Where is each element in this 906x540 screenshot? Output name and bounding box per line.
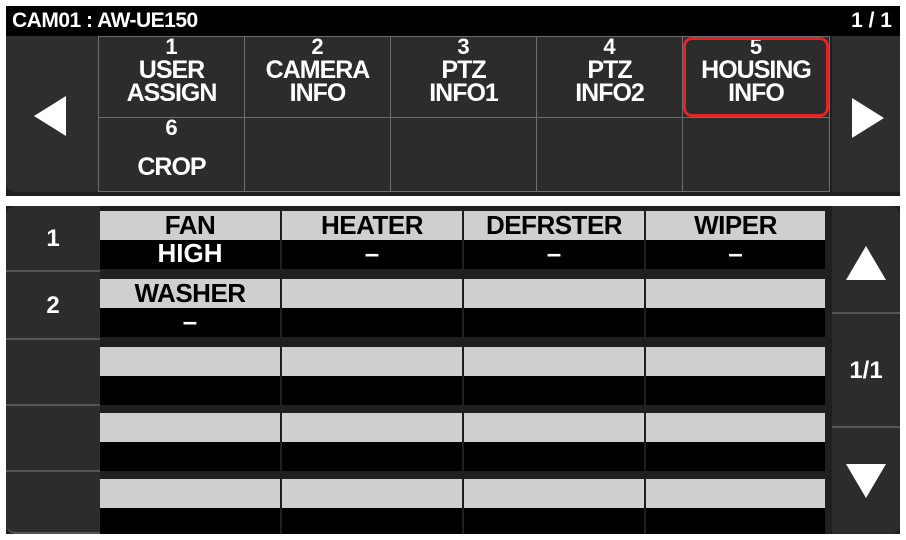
right-arrow-icon	[852, 98, 884, 138]
menu-prev-button[interactable]	[6, 36, 98, 192]
menu-item-empty	[536, 117, 683, 192]
row-3-label	[6, 340, 100, 406]
scroll-page-indicator: 1/1	[832, 314, 900, 428]
empty-cell	[464, 479, 644, 534]
empty-cell	[646, 413, 825, 471]
menu-item-label: PTZ INFO2	[575, 56, 645, 107]
menu-item-empty	[682, 117, 830, 192]
menu-item-ptz-info1[interactable]: 3 PTZ INFO1	[390, 36, 537, 118]
fan-value: HIGH	[100, 240, 280, 269]
empty-cell	[464, 413, 644, 471]
empty-cell	[646, 479, 825, 534]
menu-item-label: PTZ INFO1	[429, 56, 499, 107]
empty-cell	[646, 279, 825, 337]
housing-info-panel: 1 2 FAN HIGH HEATER – DEFRSTER – WIPER –…	[6, 206, 900, 534]
menu-item-housing-info[interactable]: 5 HOUSING INFO	[682, 36, 830, 118]
down-arrow-icon	[846, 464, 886, 498]
row-4-label	[6, 406, 100, 472]
empty-cell	[282, 347, 462, 405]
camera-title: CAM01 : AW-UE150	[12, 9, 198, 32]
empty-cell	[100, 347, 280, 405]
empty-cell	[464, 279, 644, 337]
left-arrow-icon	[34, 96, 66, 136]
up-arrow-icon	[846, 246, 886, 280]
menu-item-crop[interactable]: 6 CROP	[98, 117, 245, 192]
empty-cell	[282, 413, 462, 471]
menu-panel: 1 USER ASSIGN 2 CAMERA INFO 3 PTZ INFO1 4 P…	[6, 36, 900, 196]
menu-item-number: 4	[603, 34, 616, 59]
menu-item-number: 6	[165, 115, 178, 140]
fan-cell[interactable]: FAN HIGH	[100, 211, 280, 269]
housing-info-screen: CAM01 : AW-UE150 1 / 1 1 USER ASSIGN 2 CA…	[0, 0, 906, 540]
menu-item-user-assign[interactable]: 1 USER ASSIGN	[98, 36, 245, 118]
wiper-cell[interactable]: WIPER –	[646, 211, 825, 269]
menu-item-empty	[244, 117, 391, 192]
defroster-label: DEFRSTER	[464, 211, 644, 240]
menu-item-number: 1	[165, 34, 178, 59]
washer-cell[interactable]: WASHER –	[100, 279, 280, 337]
heater-value: –	[282, 240, 462, 269]
wiper-value: –	[646, 240, 825, 269]
menu-next-button[interactable]	[832, 36, 900, 192]
row-1-label: 1	[6, 206, 100, 272]
menu-item-number: 3	[457, 34, 470, 59]
menu-item-number: 5	[749, 34, 763, 59]
defroster-cell[interactable]: DEFRSTER –	[464, 211, 644, 269]
defroster-value: –	[464, 240, 644, 269]
menu-item-label: USER ASSIGN	[126, 56, 218, 107]
menu-item-label: CAMERA INFO	[265, 56, 371, 107]
washer-value: –	[100, 308, 280, 337]
washer-label: WASHER	[100, 279, 280, 308]
menu-page-indicator: 1 / 1	[851, 9, 892, 32]
empty-cell	[100, 479, 280, 534]
wiper-label: WIPER	[646, 211, 825, 240]
menu-item-label: CROP	[137, 153, 206, 181]
scroll-down-button[interactable]	[832, 428, 900, 534]
menu-item-camera-info[interactable]: 2 CAMERA INFO	[244, 36, 391, 118]
empty-cell	[646, 347, 825, 405]
menu-item-number: 2	[311, 34, 324, 59]
empty-cell	[282, 479, 462, 534]
fan-label: FAN	[100, 211, 280, 240]
row-2-label: 2	[6, 272, 100, 340]
scroll-up-button[interactable]	[832, 206, 900, 314]
heater-label: HEATER	[282, 211, 462, 240]
empty-cell	[464, 347, 644, 405]
row-5-label	[6, 472, 100, 534]
title-bar: CAM01 : AW-UE150 1 / 1	[6, 6, 900, 36]
empty-cell	[282, 279, 462, 337]
heater-cell[interactable]: HEATER –	[282, 211, 462, 269]
menu-item-label: HOUSING INFO	[701, 56, 812, 107]
menu-item-empty	[390, 117, 537, 192]
empty-cell	[100, 413, 280, 471]
menu-item-ptz-info2[interactable]: 4 PTZ INFO2	[536, 36, 683, 118]
